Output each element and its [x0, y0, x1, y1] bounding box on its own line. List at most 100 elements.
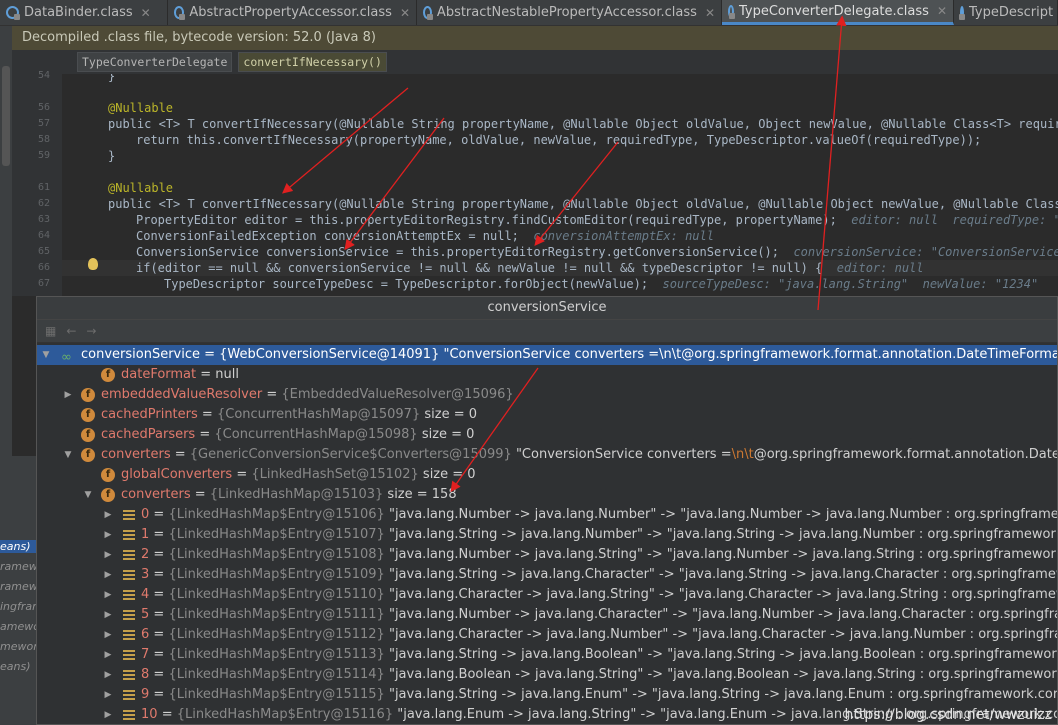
object-ref: {LinkedHashMap$Entry@15111} — [168, 607, 385, 622]
close-icon[interactable]: ✕ — [141, 6, 151, 20]
lightbulb-icon[interactable] — [88, 258, 98, 270]
tree-row[interactable]: f globalConverters = {LinkedHashSet@1510… — [37, 465, 1057, 485]
expand-triangle-icon[interactable]: ▼ — [41, 345, 51, 365]
map-entry-row[interactable]: ▶ 8 = {LinkedHashMap$Entry@15114} "java.l… — [37, 665, 1057, 685]
size-value: size = 0 — [421, 427, 475, 442]
scrollbar[interactable] — [2, 66, 10, 166]
map-entry-icon — [123, 650, 135, 661]
tree-row-text: conversionService = {WebConversionServic… — [81, 345, 1057, 365]
class-file-icon — [174, 6, 186, 20]
map-entry-row[interactable]: ▶ 6 = {LinkedHashMap$Entry@15112} "java.l… — [37, 625, 1057, 645]
map-entry-icon — [123, 630, 135, 641]
code-line: } — [108, 74, 116, 83]
tab-databinder[interactable]: DataBinder.class ✕ — [0, 0, 168, 25]
map-entry-row[interactable]: ▶ 3 = {LinkedHashMap$Entry@15109} "java.l… — [37, 565, 1058, 585]
left-panel-item[interactable]: eans) — [0, 540, 36, 553]
tree-row[interactable]: f cachedPrinters = {ConcurrentHashMap@15… — [37, 405, 1057, 425]
tree-row-inner-converters[interactable]: ▼ f converters = {LinkedHashMap@15103} s… — [37, 485, 1057, 505]
close-icon[interactable]: ✕ — [937, 4, 947, 18]
code-line: TypeDescriptor sourceTypeDesc = TypeDesc… — [164, 276, 1038, 292]
map-entry-row[interactable]: ▶ 9 = {LinkedHashMap$Entry@15115} "java.l… — [37, 685, 1057, 705]
map-entry-row[interactable]: ▶ 1 = {LinkedHashMap$Entry@15107} "java.l… — [37, 525, 1057, 545]
expand-triangle-icon[interactable]: ▶ — [103, 525, 113, 545]
breadcrumb-method[interactable]: convertIfNecessary() — [238, 52, 387, 72]
field-icon: f — [81, 408, 95, 422]
tree-row[interactable]: ▶ f embeddedValueResolver = {EmbeddedVal… — [37, 385, 1057, 405]
map-entry-row[interactable]: ▶ 7 = {LinkedHashMap$Entry@15113} "java.l… — [37, 645, 1058, 665]
expand-triangle-icon[interactable]: ▶ — [103, 605, 113, 625]
forward-arrow-icon[interactable]: → — [86, 324, 96, 338]
tab-type-converter-delegate[interactable]: TypeConverterDelegate.class ✕ — [722, 0, 954, 25]
tree-row-text: cachedParsers = {ConcurrentHashMap@15098… — [101, 425, 474, 445]
entry-text: "java.lang.Number -> java.lang.Number" -… — [388, 507, 1058, 522]
tab-type-descriptor[interactable]: TypeDescript — [954, 0, 1058, 25]
expand-triangle-icon[interactable]: ▶ — [103, 505, 113, 525]
expand-triangle-icon[interactable]: ▶ — [103, 665, 113, 685]
close-icon[interactable]: ✕ — [705, 6, 715, 20]
expand-triangle-icon[interactable]: ▼ — [83, 485, 93, 505]
breadcrumb: TypeConverterDelegate convertIfNecessary… — [12, 50, 1058, 74]
close-icon[interactable]: ✕ — [400, 6, 410, 20]
pin-icon[interactable]: ▦ — [45, 324, 56, 338]
code-line-current: if(editor == null && conversionService !… — [62, 260, 1058, 276]
left-panel-item[interactable]: mewor — [0, 640, 36, 653]
line-number: 66 — [37, 262, 50, 273]
expand-triangle-icon[interactable]: ▶ — [103, 625, 113, 645]
tab-abstract-property-accessor[interactable]: AbstractPropertyAccessor.class ✕ — [168, 0, 417, 25]
map-entry-icon — [123, 530, 135, 541]
entry-text: "java.lang.String -> java.lang.Boolean" … — [388, 647, 1058, 662]
code-editor[interactable]: } @Nullable public <T> T convertIfNecess… — [62, 74, 1058, 296]
field-icon: f — [81, 428, 95, 442]
expand-triangle-icon[interactable]: ▶ — [103, 705, 113, 724]
entry-index: 4 — [141, 587, 150, 602]
popup-toolbar: ▦ ← → — [37, 320, 1057, 343]
code-line: return this.convertIfNecessary(propertyN… — [136, 133, 982, 147]
entry-index: 0 — [141, 507, 150, 522]
expand-triangle-icon[interactable]: ▼ — [63, 445, 73, 465]
expand-triangle-icon[interactable]: ▶ — [103, 545, 113, 565]
size-value: size = 0 — [422, 467, 476, 482]
object-ref: {LinkedHashMap$Entry@15114} — [168, 667, 385, 682]
code-text: ConversionFailedException conversionAtte… — [136, 229, 519, 243]
object-ref: {LinkedHashMap$Entry@15116} — [176, 707, 394, 722]
tree-row-root[interactable]: ▼ ∞ conversionService = {WebConversionSe… — [37, 345, 1057, 365]
expand-triangle-icon[interactable]: ▶ — [63, 385, 73, 405]
left-panel: eans) ramew ramew ingfram amewor mewor e… — [0, 456, 36, 725]
tree-row-text: cachedPrinters = {ConcurrentHashMap@1509… — [101, 405, 477, 425]
breadcrumb-class[interactable]: TypeConverterDelegate — [77, 52, 233, 72]
map-entry-row[interactable]: ▶ 4 = {LinkedHashMap$Entry@15110} "java.l… — [37, 585, 1057, 605]
expand-triangle-icon[interactable]: ▶ — [103, 645, 113, 665]
left-panel-item[interactable]: ramew — [0, 580, 36, 593]
tree-row-converters[interactable]: ▼ f converters = {GenericConversionServi… — [37, 445, 1057, 465]
field-icon: f — [81, 448, 95, 462]
watch-variable-icon: ∞ — [61, 350, 72, 365]
left-panel-item[interactable]: ingfram — [0, 600, 36, 613]
size-value: size = 158 — [387, 487, 457, 502]
expand-triangle-icon[interactable]: ▶ — [103, 565, 113, 585]
map-entry-row[interactable]: ▶ 0 = {LinkedHashMap$Entry@15106} "java.l… — [37, 505, 1058, 525]
code-line: ConversionService conversionService = th… — [136, 244, 1058, 260]
map-entry-row[interactable]: ▶ 5 = {LinkedHashMap$Entry@15111} "java.l… — [37, 605, 1057, 625]
entry-text: "java.lang.String -> java.lang.Character… — [388, 567, 1058, 582]
class-file-icon — [423, 6, 433, 20]
object-ref: {ConcurrentHashMap@15098} — [214, 427, 418, 442]
left-panel-item[interactable]: eans) — [0, 660, 31, 673]
inline-debug-hint: sourceTypeDesc: "java.lang.String" newVa… — [662, 277, 1039, 291]
left-panel-item[interactable]: amewor — [0, 620, 36, 633]
map-entry-row[interactable]: ▶ 2 = {LinkedHashMap$Entry@15108} "java.l… — [37, 545, 1057, 565]
expand-triangle-icon[interactable]: ▶ — [103, 685, 113, 705]
entry-index: 5 — [141, 607, 150, 622]
back-arrow-icon[interactable]: ← — [66, 324, 76, 338]
left-panel-item[interactable]: ramew — [0, 560, 36, 573]
code-text: ConversionService conversionService = th… — [136, 245, 779, 259]
tab-abstract-nestable-property-accessor[interactable]: AbstractNestablePropertyAccessor.class ✕ — [417, 0, 722, 25]
object-ref: {ConcurrentHashMap@15097} — [216, 407, 421, 422]
expand-triangle-icon[interactable]: ▶ — [103, 585, 113, 605]
tree-row-text: 2 = {LinkedHashMap$Entry@15108} "java.la… — [141, 545, 1057, 565]
code-line: } — [108, 149, 116, 163]
tree-row[interactable]: f cachedParsers = {ConcurrentHashMap@150… — [37, 425, 1057, 445]
code-line: ConversionFailedException conversionAtte… — [136, 228, 714, 244]
field-name: cachedParsers — [101, 427, 196, 442]
field-value: = — [236, 467, 248, 482]
tree-row[interactable]: f dateFormat = null — [37, 365, 1057, 385]
